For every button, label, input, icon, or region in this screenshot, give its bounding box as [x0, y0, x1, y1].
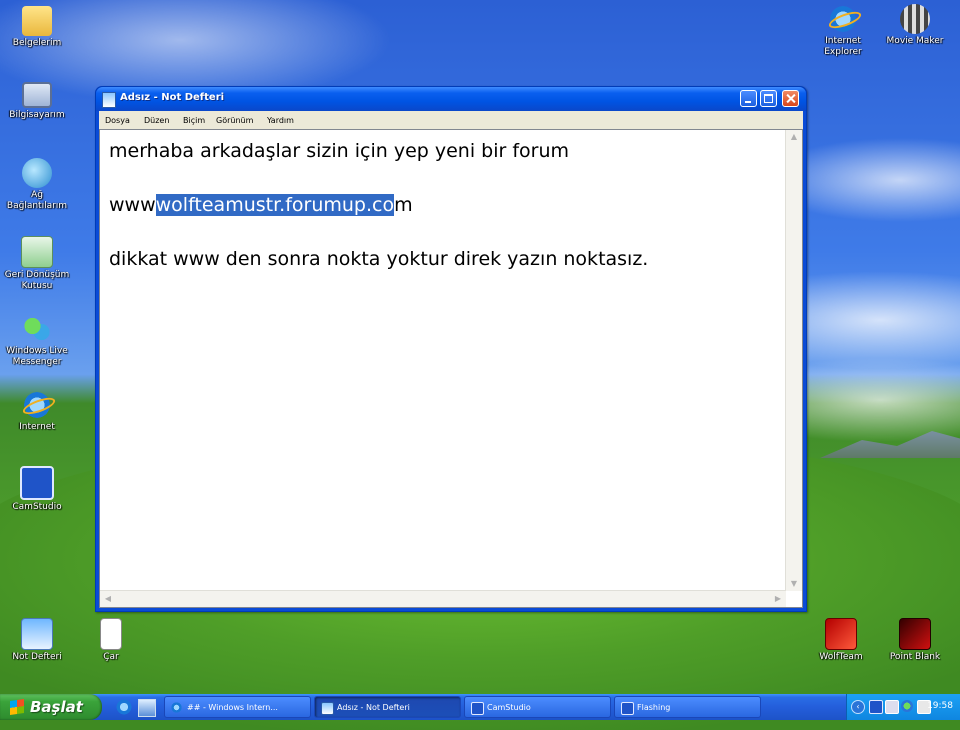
menu-duzen[interactable]: Düzen	[144, 116, 169, 125]
desktop-icon-not-defteri[interactable]: Not Defteri	[0, 618, 74, 663]
desktop-icon-label: Windows Live Messenger	[6, 346, 68, 367]
quicklaunch-show-desktop-icon[interactable]	[138, 699, 156, 717]
window-titlebar[interactable]: Adsız - Not Defteri	[96, 87, 806, 111]
internet-explorer-icon	[22, 390, 52, 420]
desktop-icon-label: WolfTeam	[819, 652, 863, 662]
text-line-1: merhaba arkadaşlar sizin için yep yeni b…	[109, 140, 570, 162]
taskbar-item-label: Adsız - Not Defteri	[337, 703, 410, 712]
camstudio-icon	[471, 702, 484, 715]
internet-explorer-icon	[828, 4, 858, 34]
menu-bicim[interactable]: Biçim	[183, 116, 205, 125]
desktop-icon-geri-donusum-kutusu[interactable]: Geri Dönüşüm Kutusu	[0, 236, 74, 292]
messenger-icon	[22, 314, 52, 344]
start-label: Başlat	[30, 698, 83, 716]
wolfteam-icon	[825, 618, 857, 650]
taskbar-item-label: CamStudio	[487, 703, 531, 712]
tray-expand-chevron-icon[interactable]: ‹	[851, 700, 865, 714]
desktop-icon-internet-explorer[interactable]: Internet Explorer	[806, 4, 880, 58]
desktop-icon-messenger[interactable]: Windows Live Messenger	[0, 314, 74, 368]
taskbar-item-label: ## - Windows Intern...	[187, 703, 278, 712]
point-blank-icon	[899, 618, 931, 650]
desktop-icon-label: Movie Maker	[886, 36, 944, 46]
taskbar-item-flashing[interactable]: Flashing	[614, 696, 761, 718]
tray-volume-icon[interactable]	[885, 700, 899, 714]
taskbar-item-notepad[interactable]: Adsız - Not Defteri	[314, 696, 461, 718]
desktop-icon-label: Belgelerim	[12, 38, 62, 48]
recycle-bin-icon	[21, 236, 53, 268]
minimize-button[interactable]	[740, 90, 757, 107]
desktop-icon-ag-baglantilarim[interactable]: Ağ Bağlantılarım	[0, 158, 74, 212]
desktop-icon-bilgisayarim[interactable]: Bilgisayarım	[0, 82, 74, 121]
taskbar-clock[interactable]: 19:58	[927, 701, 953, 711]
flashing-icon	[621, 702, 634, 715]
document-icon	[100, 618, 122, 650]
menu-gorunum[interactable]: Görünüm	[216, 116, 253, 125]
network-icon	[22, 158, 52, 188]
desktop-icon-label: Not Defteri	[12, 652, 62, 662]
start-button[interactable]: Başlat	[0, 694, 102, 720]
desktop-icon-label: Çar	[103, 652, 119, 662]
system-tray: ‹ 19:58	[846, 694, 960, 720]
horizontal-scrollbar[interactable]: ◀ ▶	[100, 590, 786, 607]
desktop-icon-label: Ağ Bağlantılarım	[6, 190, 68, 211]
text-url-prefix: www	[109, 194, 156, 216]
desktop-icon-car[interactable]: Çar	[74, 618, 148, 663]
desktop-icon-belgelerim[interactable]: Belgelerim	[0, 6, 74, 49]
scroll-right-arrow-icon[interactable]: ▶	[773, 594, 783, 604]
desktop-icon-wolfteam[interactable]: WolfTeam	[804, 618, 878, 663]
taskbar-item-camstudio[interactable]: CamStudio	[464, 696, 611, 718]
desktop-icon-label: Bilgisayarım	[9, 110, 65, 120]
windows-logo-icon	[10, 699, 24, 715]
maximize-button[interactable]	[760, 90, 777, 107]
scroll-down-arrow-icon[interactable]: ▼	[788, 579, 800, 589]
desktop-icon-camstudio[interactable]: CamStudio	[0, 466, 74, 513]
text-selection: wolfteamustr.forumup.co	[155, 194, 395, 216]
vertical-scrollbar[interactable]: ▲ ▼	[785, 130, 802, 591]
desktop-icon-label: Point Blank	[889, 652, 941, 662]
desktop-icon-label: Geri Dönüşüm Kutusu	[4, 270, 70, 291]
taskbar-item-internet-explorer[interactable]: ## - Windows Intern...	[164, 696, 311, 718]
quicklaunch-internet-explorer-icon[interactable]	[116, 699, 132, 715]
desktop-icon-movie-maker[interactable]: Movie Maker	[878, 4, 952, 47]
computer-icon	[22, 82, 52, 108]
tray-messenger-icon[interactable]	[901, 700, 913, 712]
text-url-suffix: m	[394, 194, 413, 216]
text-line-2: wwwwolfteamustr.forumup.com	[109, 194, 413, 216]
movie-maker-icon	[900, 4, 930, 34]
menu-dosya[interactable]: Dosya	[105, 116, 130, 125]
scroll-left-arrow-icon[interactable]: ◀	[103, 594, 113, 604]
close-button[interactable]	[782, 90, 799, 107]
window-title: Adsız - Not Defteri	[120, 92, 225, 103]
internet-explorer-icon	[171, 702, 182, 713]
folder-icon	[22, 6, 52, 36]
menu-bar: Dosya Düzen Biçim Görünüm Yardım	[99, 111, 803, 129]
taskbar-item-label: Flashing	[637, 703, 671, 712]
menu-yardim[interactable]: Yardım	[267, 116, 294, 125]
text-line-3: dikkat www den sonra nokta yoktur direk …	[109, 248, 649, 270]
camstudio-icon	[20, 466, 54, 500]
notepad-icon	[321, 702, 334, 715]
desktop-wallpaper-mountains	[820, 431, 960, 458]
scroll-up-arrow-icon[interactable]: ▲	[788, 132, 800, 142]
notepad-icon	[102, 92, 116, 108]
desktop-icon-internet[interactable]: Internet	[0, 390, 74, 433]
desktop-icon-label: CamStudio	[12, 502, 62, 512]
notepad-icon	[21, 618, 53, 650]
tray-camstudio-icon[interactable]	[869, 700, 883, 714]
desktop-icon-label: Internet Explorer	[824, 36, 862, 57]
notepad-window[interactable]: Adsız - Not Defteri Dosya Düzen Biçim Gö…	[95, 86, 807, 612]
desktop-icon-label: Internet	[19, 422, 55, 432]
taskbar: Başlat ## - Windows Intern... Adsız - No…	[0, 694, 960, 720]
desktop-icon-point-blank[interactable]: Point Blank	[878, 618, 952, 663]
text-editor[interactable]: merhaba arkadaşlar sizin için yep yeni b…	[99, 129, 803, 608]
